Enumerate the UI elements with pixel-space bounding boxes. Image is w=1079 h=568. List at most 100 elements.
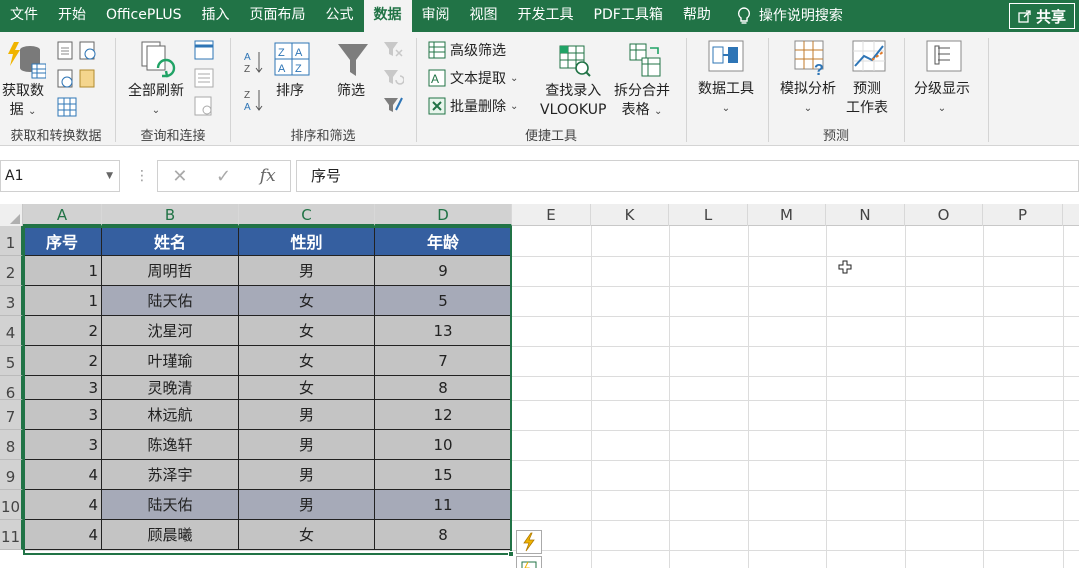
table-cell[interactable]: 4 [23,490,102,520]
table-cell-highlighted[interactable]: 5 [375,286,512,316]
flash-fill-button[interactable] [516,530,542,554]
table-cell[interactable]: 林远航 [102,400,239,430]
text-extract-button[interactable]: A 文本提取 ⌄ [428,68,518,88]
worksheet-grid[interactable]: A B C D E K L M N O P 1 2 3 4 5 6 7 8 9 … [0,204,1079,568]
table-cell[interactable]: 12 [375,400,512,430]
table-cell[interactable]: 8 [375,376,512,400]
row-header[interactable]: 10 [0,490,23,520]
enter-icon[interactable]: ✓ [216,166,231,187]
formula-bar-grip[interactable]: ⋮ [135,168,149,184]
row-header[interactable]: 7 [0,400,23,430]
table-cell[interactable]: 男 [239,430,375,460]
column-header-k[interactable]: K [591,204,669,226]
quick-analysis-button[interactable] [516,556,542,568]
sort-button[interactable]: 排序 [276,82,304,101]
table-cell[interactable]: 陈逸轩 [102,430,239,460]
tab-view[interactable]: 视图 [460,0,508,32]
column-header-l[interactable]: L [669,204,748,226]
dropdown-arrow-icon[interactable]: ▼ [106,161,113,191]
advanced-filter-button[interactable]: 高级筛选 [428,40,506,60]
table-cell[interactable]: 苏泽宇 [102,460,239,490]
table-header-cell[interactable]: 年龄 [375,226,512,256]
table-cell[interactable]: 男 [239,400,375,430]
tell-me-search[interactable]: 操作说明搜索 [721,0,853,32]
refresh-all-button[interactable]: 全部刷新 ⌄ [128,82,184,120]
table-cell[interactable]: 7 [375,346,512,376]
table-cell-highlighted[interactable]: 女 [239,286,375,316]
vlookup-button[interactable]: 查找录入 VLOOKUP [540,82,606,120]
tab-help[interactable]: 帮助 [673,0,721,32]
get-data-button[interactable]: 获取数 据 ⌄ [2,82,44,121]
table-cell[interactable]: 1 [23,286,102,316]
row-header[interactable]: 4 [0,316,23,346]
select-all-corner[interactable] [0,204,23,226]
row-header[interactable]: 6 [0,376,23,402]
name-box[interactable]: A1 ▼ [0,160,120,192]
filter-button[interactable]: 筛选 [337,82,365,101]
tab-formulas[interactable]: 公式 [316,0,364,32]
table-cell[interactable]: 女 [239,520,375,550]
whatif-button[interactable]: 模拟分析 ⌄ [780,80,836,118]
cancel-icon[interactable]: ✕ [172,166,187,187]
table-cell[interactable]: 1 [23,256,102,286]
table-cell[interactable]: 男 [239,256,375,286]
table-cell[interactable]: 灵晚清 [102,376,239,400]
data-tools-button[interactable]: 数据工具 ⌄ [698,80,754,118]
table-cell[interactable]: 周明哲 [102,256,239,286]
sort-az-icon[interactable]: A Z Z A [244,48,264,112]
table-header-cell[interactable]: 序号 [23,226,102,256]
column-header-o[interactable]: O [905,204,983,226]
table-cell[interactable]: 9 [375,256,512,286]
column-header-c[interactable]: C [239,204,375,226]
table-cell[interactable]: 顾晨曦 [102,520,239,550]
forecast-sheet-button[interactable]: 预测 工作表 [846,80,888,118]
table-cell[interactable]: 3 [23,400,102,430]
table-cell-highlighted[interactable]: 男 [239,490,375,520]
row-header[interactable]: 2 [0,256,23,286]
row-header[interactable]: 1 [0,226,23,256]
split-merge-button[interactable]: 拆分合并 表格 ⌄ [614,82,670,121]
fill-handle[interactable] [508,551,514,557]
insert-function-icon[interactable]: fx [260,166,276,186]
table-cell[interactable]: 3 [23,430,102,460]
tab-data[interactable]: 数据 [363,0,412,32]
row-header[interactable]: 3 [0,286,23,316]
share-button[interactable]: 共享 [1008,3,1075,29]
table-cell[interactable]: 女 [239,316,375,346]
column-header-m[interactable]: M [748,204,826,226]
batch-delete-button[interactable]: 批量删除 ⌄ [428,96,518,116]
table-cell[interactable]: 3 [23,376,102,400]
formula-input[interactable]: 序号 [296,160,1079,192]
table-cell[interactable]: 女 [239,346,375,376]
table-header-cell[interactable]: 性别 [239,226,375,256]
column-header-p[interactable]: P [983,204,1063,226]
column-header-a[interactable]: A [23,204,102,226]
table-cell[interactable]: 4 [23,460,102,490]
table-cell-highlighted[interactable]: 11 [375,490,512,520]
tab-review[interactable]: 审阅 [412,0,460,32]
tab-insert[interactable]: 插入 [192,0,240,32]
table-header-cell[interactable]: 姓名 [102,226,239,256]
column-header-n[interactable]: N [826,204,905,226]
table-cell[interactable]: 15 [375,460,512,490]
column-header-e[interactable]: E [512,204,591,226]
table-cell-highlighted[interactable]: 陆天佑 [102,490,239,520]
column-header-d[interactable]: D [375,204,512,226]
table-cell[interactable]: 2 [23,316,102,346]
tab-pdf-toolbox[interactable]: PDF工具箱 [584,0,673,32]
table-cell[interactable]: 沈星河 [102,316,239,346]
outline-button[interactable]: 分级显示 ⌄ [914,80,970,118]
table-cell-highlighted[interactable]: 陆天佑 [102,286,239,316]
row-header[interactable]: 11 [0,520,23,550]
table-cell[interactable]: 2 [23,346,102,376]
table-cell[interactable]: 8 [375,520,512,550]
tab-home[interactable]: 开始 [48,0,96,32]
table-cell[interactable]: 男 [239,460,375,490]
table-cell[interactable]: 女 [239,376,375,400]
column-header-b[interactable]: B [102,204,239,226]
row-header[interactable]: 5 [0,346,23,376]
row-header[interactable]: 9 [0,460,23,490]
tab-developer[interactable]: 开发工具 [508,0,584,32]
table-cell[interactable]: 叶瑾瑜 [102,346,239,376]
table-cell[interactable]: 4 [23,520,102,550]
